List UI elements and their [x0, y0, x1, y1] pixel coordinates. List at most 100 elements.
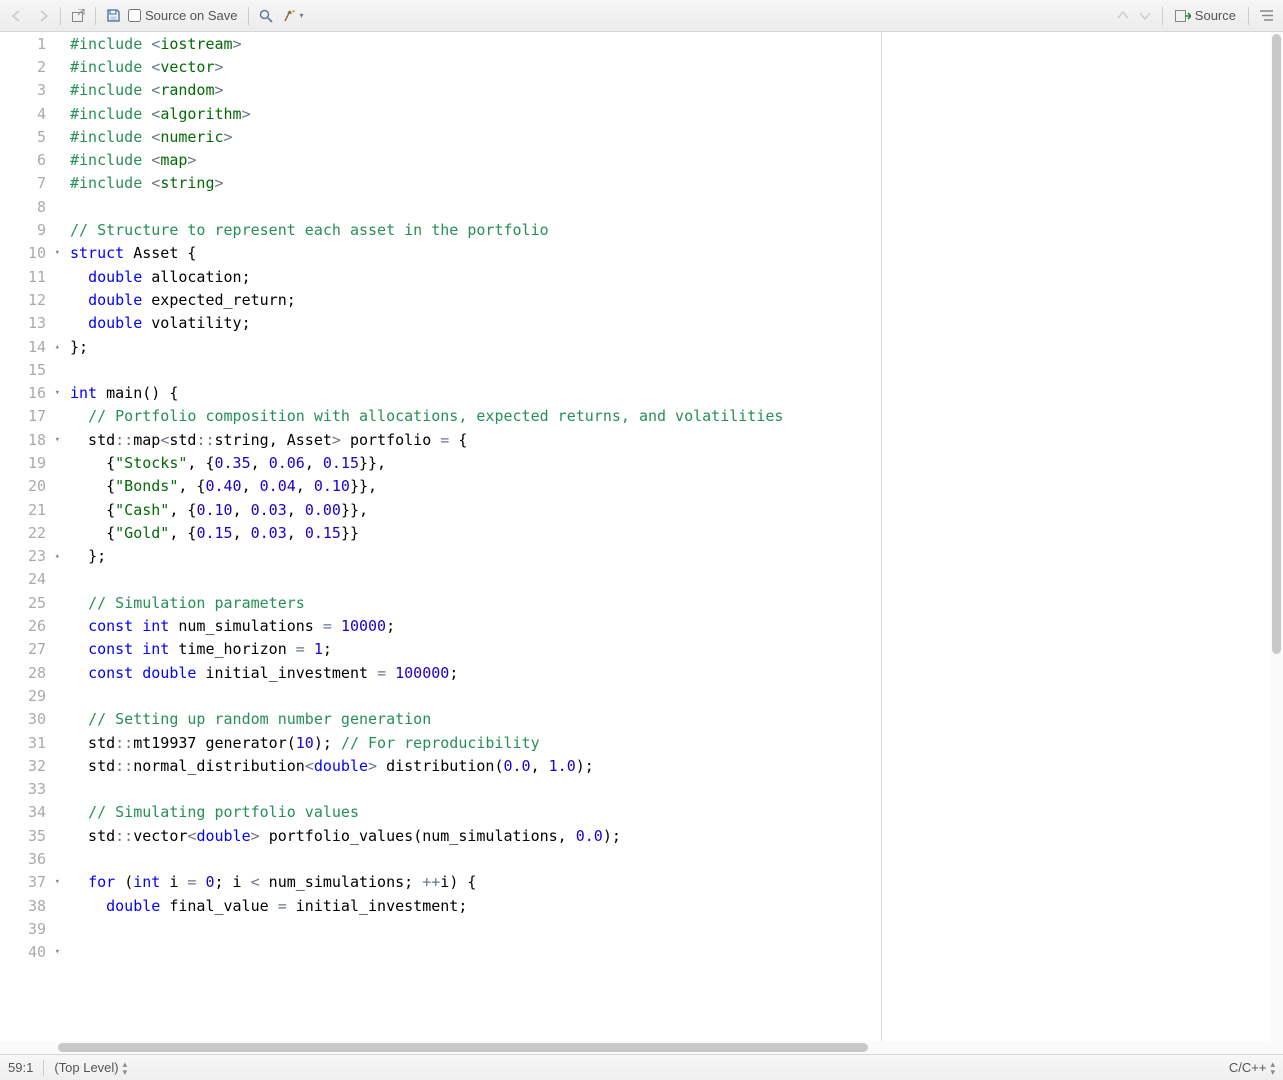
- line-number[interactable]: 3: [0, 81, 58, 99]
- fold-toggle-icon[interactable]: ▾: [55, 947, 60, 957]
- scrollbar-thumb[interactable]: [58, 1043, 868, 1052]
- save-button[interactable]: [102, 5, 124, 27]
- code-text[interactable]: double allocation;: [58, 268, 251, 286]
- chunk-next-button[interactable]: [1134, 5, 1156, 27]
- line-number[interactable]: 32: [0, 757, 58, 775]
- chunk-prev-button[interactable]: [1112, 5, 1134, 27]
- code-text[interactable]: [58, 943, 106, 961]
- line-number[interactable]: 18▾: [0, 431, 58, 449]
- code-line[interactable]: 13 double volatility;: [0, 312, 881, 335]
- line-number[interactable]: 38: [0, 897, 58, 915]
- fold-toggle-icon[interactable]: ▴: [55, 551, 60, 561]
- line-number[interactable]: 34: [0, 803, 58, 821]
- code-line[interactable]: 16▾int main() {: [0, 381, 881, 404]
- line-number[interactable]: 17: [0, 407, 58, 425]
- code-line[interactable]: 1#include <iostream>: [0, 32, 881, 55]
- source-button[interactable]: Source: [1169, 5, 1242, 27]
- line-number[interactable]: 2: [0, 58, 58, 76]
- code-line[interactable]: 33: [0, 778, 881, 801]
- code-text[interactable]: for (int i = 0; i < num_simulations; ++i…: [58, 873, 476, 891]
- line-number[interactable]: 15: [0, 361, 58, 379]
- code-line[interactable]: 27 const int time_horizon = 1;: [0, 638, 881, 661]
- code-line[interactable]: 20 {"Bonds", {0.40, 0.04, 0.10}},: [0, 475, 881, 498]
- code-tools-button[interactable]: ▾: [277, 5, 309, 27]
- language-selector[interactable]: C/C++ ▴▾: [1229, 1060, 1275, 1076]
- source-on-save-checkbox[interactable]: Source on Save: [124, 8, 242, 23]
- code-text[interactable]: #include <vector>: [58, 58, 224, 76]
- fold-toggle-icon[interactable]: ▴: [55, 342, 60, 352]
- code-line[interactable]: 31 std::mt19937 generator(10); // For re…: [0, 731, 881, 754]
- code-text[interactable]: #include <random>: [58, 81, 224, 99]
- code-text[interactable]: double final_value = initial_investment;: [58, 897, 467, 915]
- line-number[interactable]: 9: [0, 221, 58, 239]
- code-line[interactable]: 34 // Simulating portfolio values: [0, 801, 881, 824]
- code-line[interactable]: 24: [0, 568, 881, 591]
- code-line[interactable]: 26 const int num_simulations = 10000;: [0, 614, 881, 637]
- line-number[interactable]: 19: [0, 454, 58, 472]
- code-line[interactable]: 10▾struct Asset {: [0, 242, 881, 265]
- code-text[interactable]: std::vector<double> portfolio_values(num…: [58, 827, 621, 845]
- code-line[interactable]: 39: [0, 917, 881, 940]
- line-number[interactable]: 35: [0, 827, 58, 845]
- line-number[interactable]: 20: [0, 477, 58, 495]
- source-on-save-input[interactable]: [128, 9, 141, 22]
- code-text[interactable]: // Simulation parameters: [58, 594, 305, 612]
- fold-toggle-icon[interactable]: ▾: [55, 877, 60, 887]
- code-text[interactable]: // Setting up random number generation: [58, 710, 431, 728]
- line-number[interactable]: 29: [0, 687, 58, 705]
- code-text[interactable]: const double initial_investment = 100000…: [58, 664, 458, 682]
- code-line[interactable]: 36: [0, 847, 881, 870]
- fold-toggle-icon[interactable]: ▾: [55, 248, 60, 258]
- code-text[interactable]: #include <string>: [58, 174, 224, 192]
- code-text[interactable]: {"Cash", {0.10, 0.03, 0.00}},: [58, 501, 368, 519]
- line-number[interactable]: 7: [0, 174, 58, 192]
- code-text[interactable]: // Simulating portfolio values: [58, 803, 359, 821]
- code-line[interactable]: 29: [0, 684, 881, 707]
- code-line[interactable]: 30 // Setting up random number generatio…: [0, 708, 881, 731]
- code-line[interactable]: 3#include <random>: [0, 79, 881, 102]
- code-line[interactable]: 14▴};: [0, 335, 881, 358]
- horizontal-scrollbar[interactable]: [0, 1041, 1283, 1054]
- code-text[interactable]: std::map<std::string, Asset> portfolio =…: [58, 431, 467, 449]
- line-number[interactable]: 25: [0, 594, 58, 612]
- fold-toggle-icon[interactable]: ▾: [55, 388, 60, 398]
- line-number[interactable]: 26: [0, 617, 58, 635]
- code-text[interactable]: const int num_simulations = 10000;: [58, 617, 395, 635]
- nav-forward-button[interactable]: [32, 5, 54, 27]
- code-text[interactable]: double expected_return;: [58, 291, 296, 309]
- code-line[interactable]: 19 {"Stocks", {0.35, 0.06, 0.15}},: [0, 451, 881, 474]
- line-number[interactable]: 1: [0, 35, 58, 53]
- code-line[interactable]: 12 double expected_return;: [0, 288, 881, 311]
- code-text[interactable]: std::normal_distribution<double> distrib…: [58, 757, 594, 775]
- code-line[interactable]: 17 // Portfolio composition with allocat…: [0, 405, 881, 428]
- code-text[interactable]: const int time_horizon = 1;: [58, 640, 332, 658]
- line-number[interactable]: 37▾: [0, 873, 58, 891]
- find-button[interactable]: [255, 5, 277, 27]
- line-number[interactable]: 30: [0, 710, 58, 728]
- code-line[interactable]: 25 // Simulation parameters: [0, 591, 881, 614]
- line-number[interactable]: 8: [0, 198, 58, 216]
- code-text[interactable]: #include <iostream>: [58, 35, 242, 53]
- line-number[interactable]: 13: [0, 314, 58, 332]
- code-text[interactable]: // Portfolio composition with allocation…: [58, 407, 783, 425]
- line-number[interactable]: 11: [0, 268, 58, 286]
- code-text[interactable]: {"Bonds", {0.40, 0.04, 0.10}},: [58, 477, 377, 495]
- code-text[interactable]: };: [58, 547, 106, 565]
- popout-button[interactable]: [67, 5, 89, 27]
- line-number[interactable]: 31: [0, 734, 58, 752]
- line-number[interactable]: 40▾: [0, 943, 58, 961]
- line-number[interactable]: 21: [0, 501, 58, 519]
- line-number[interactable]: 22: [0, 524, 58, 542]
- code-text[interactable]: struct Asset {: [58, 244, 196, 262]
- line-number[interactable]: 39: [0, 920, 58, 938]
- vertical-scrollbar[interactable]: [1270, 32, 1283, 1041]
- code-text[interactable]: #include <algorithm>: [58, 105, 251, 123]
- line-number[interactable]: 28: [0, 664, 58, 682]
- code-text[interactable]: #include <map>: [58, 151, 196, 169]
- code-line[interactable]: 35 std::vector<double> portfolio_values(…: [0, 824, 881, 847]
- code-line[interactable]: 23▴ };: [0, 545, 881, 568]
- line-number[interactable]: 33: [0, 780, 58, 798]
- code-text[interactable]: int main() {: [58, 384, 178, 402]
- scrollbar-thumb[interactable]: [1272, 34, 1281, 654]
- line-number[interactable]: 16▾: [0, 384, 58, 402]
